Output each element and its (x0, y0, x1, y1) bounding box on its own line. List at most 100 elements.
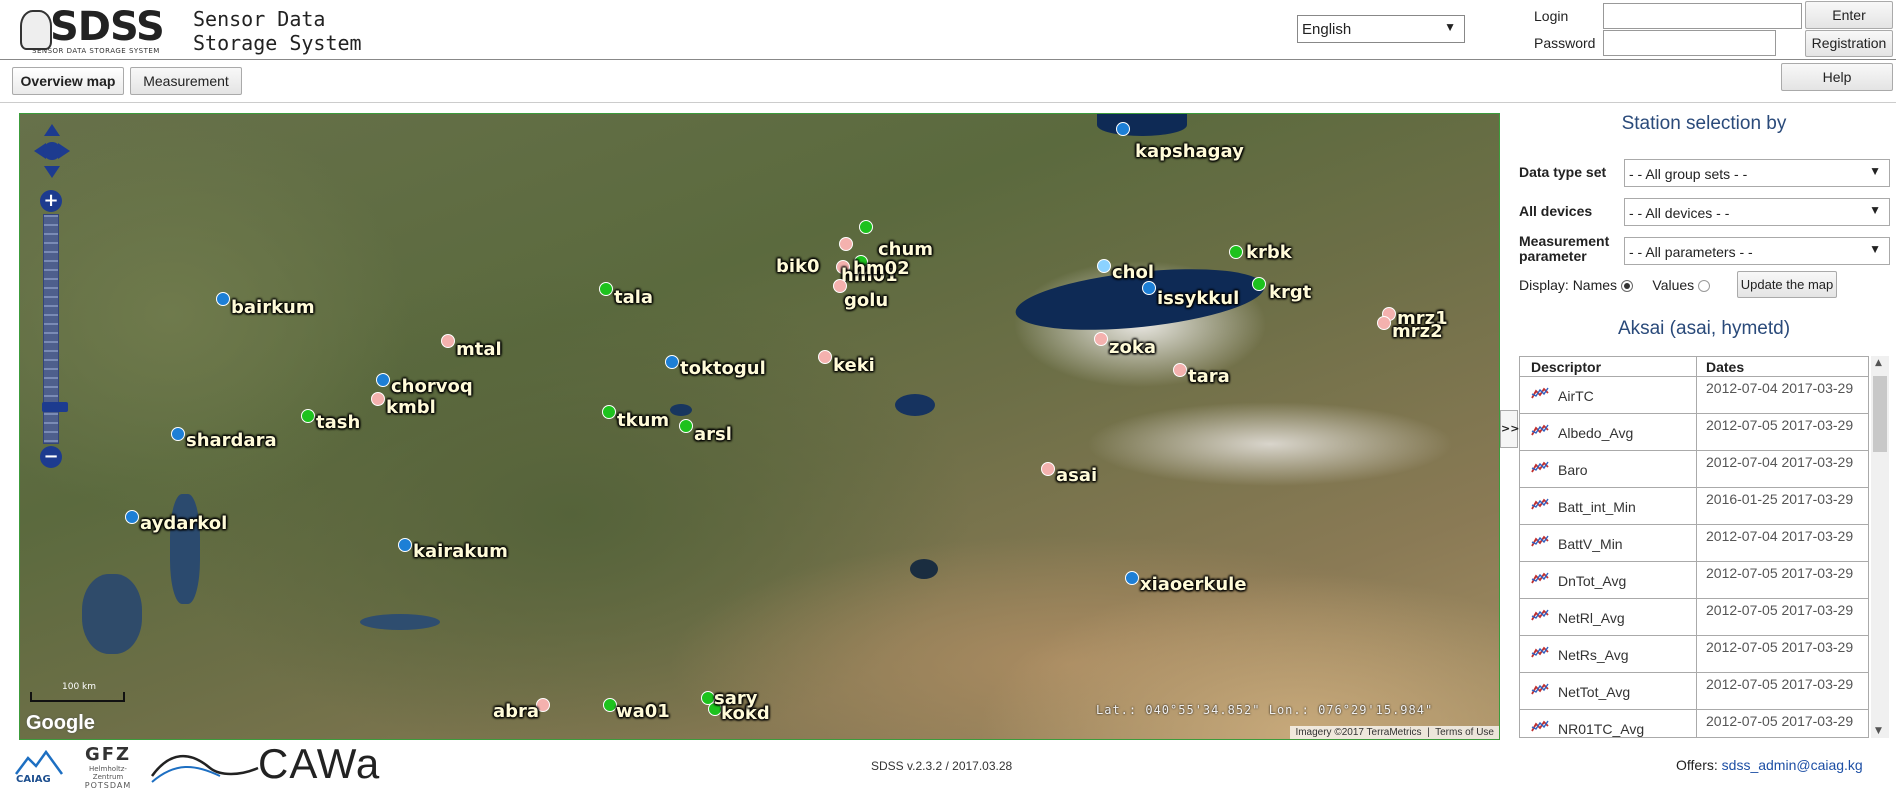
station-marker-zoka[interactable] (1094, 332, 1108, 346)
station-marker-mrz2[interactable] (1377, 316, 1391, 330)
table-row[interactable]: NetRs_Avg 2012-07-05 2017-03-29 (1520, 636, 1868, 673)
chart-line-icon[interactable] (1531, 497, 1549, 511)
station-label-zoka[interactable]: zoka (1109, 337, 1156, 358)
table-row[interactable]: NetTot_Avg 2012-07-05 2017-03-29 (1520, 673, 1868, 710)
station-label-keki[interactable]: keki (833, 355, 875, 376)
station-label-issykkul[interactable]: issykkul (1157, 288, 1239, 309)
station-marker-krgt[interactable] (1252, 277, 1266, 291)
station-label-krbk[interactable]: krbk (1246, 242, 1292, 263)
station-marker-keki[interactable] (818, 350, 832, 364)
zoom-out-icon[interactable]: − (40, 446, 62, 468)
station-marker-chol[interactable] (1097, 259, 1111, 273)
zoom-in-icon[interactable]: + (40, 190, 62, 212)
chart-line-icon[interactable] (1531, 719, 1549, 733)
zoom-control[interactable]: + − (40, 190, 68, 470)
station-marker-kapshagay[interactable] (1116, 122, 1130, 136)
station-label-toktogul[interactable]: toktogul (680, 358, 766, 379)
station-marker-tash[interactable] (301, 409, 315, 423)
scroll-down-icon[interactable]: ▼ (1875, 726, 1882, 736)
devices-select[interactable]: - - All devices - - ▼ (1624, 198, 1890, 226)
station-label-chum[interactable]: chum (878, 239, 933, 260)
terms-link[interactable]: Terms of Use (1435, 727, 1494, 738)
station-label-shardara[interactable]: shardara (186, 430, 277, 451)
station-marker-mtal[interactable] (441, 334, 455, 348)
data-type-select[interactable]: - - All group sets - - ▼ (1624, 159, 1890, 187)
station-label-chorvoq[interactable]: chorvoq (391, 376, 473, 397)
pan-control-icon[interactable] (32, 122, 72, 180)
chart-line-icon[interactable] (1531, 386, 1549, 400)
station-marker-chorvoq[interactable] (376, 373, 390, 387)
help-button[interactable]: Help (1781, 63, 1893, 91)
station-marker-sary[interactable] (701, 691, 715, 705)
zoom-slider[interactable] (42, 214, 68, 444)
table-row[interactable]: Baro 2012-07-04 2017-03-29 (1520, 451, 1868, 488)
station-marker-arsl[interactable] (679, 419, 693, 433)
station-marker-bik0[interactable] (839, 237, 853, 251)
station-marker-chum[interactable] (859, 220, 873, 234)
station-label-wa01[interactable]: wa01 (616, 701, 670, 722)
station-label-tara[interactable]: tara (1188, 366, 1230, 387)
table-row[interactable]: AirTC 2012-07-04 2017-03-29 (1520, 377, 1868, 414)
chart-line-icon[interactable] (1531, 571, 1549, 585)
enter-button[interactable]: Enter (1805, 1, 1893, 29)
station-label-abra[interactable]: abra (493, 701, 539, 722)
scroll-up-icon[interactable]: ▲ (1875, 358, 1882, 368)
station-label-xiaoerkule[interactable]: xiaoerkule (1140, 574, 1247, 595)
chart-line-icon[interactable] (1531, 460, 1549, 474)
table-row[interactable]: NR01TC_Avg 2012-07-05 2017-03-29 (1520, 710, 1868, 737)
station-label-hm02[interactable]: hm02 (853, 258, 910, 279)
values-radio[interactable] (1698, 280, 1711, 293)
station-marker-wa01[interactable] (603, 698, 617, 712)
station-label-kmbl[interactable]: kmbl (386, 397, 436, 418)
station-label-krgt[interactable]: krgt (1269, 282, 1311, 303)
table-scrollbar[interactable]: ▲ ▼ (1871, 356, 1889, 738)
station-marker-kmbl[interactable] (371, 392, 385, 406)
station-marker-tara[interactable] (1173, 363, 1187, 377)
password-input[interactable] (1603, 30, 1776, 56)
registration-button[interactable]: Registration (1805, 30, 1893, 57)
chart-line-icon[interactable] (1531, 682, 1549, 696)
station-marker-tkum[interactable] (602, 405, 616, 419)
station-label-sary[interactable]: sary (714, 688, 757, 709)
table-row[interactable]: DnTot_Avg 2012-07-05 2017-03-29 (1520, 562, 1868, 599)
language-select[interactable]: English ▼ (1297, 15, 1465, 43)
scroll-thumb[interactable] (1873, 376, 1887, 452)
tab-measurement[interactable]: Measurement (130, 67, 242, 95)
station-label-tash[interactable]: tash (316, 412, 360, 433)
station-label-chol[interactable]: chol (1112, 262, 1154, 283)
station-label-arsl[interactable]: arsl (694, 424, 732, 445)
station-label-golu[interactable]: golu (844, 290, 888, 311)
station-label-bik0[interactable]: bik0 (776, 256, 820, 277)
station-label-bairkum[interactable]: bairkum (231, 297, 315, 318)
station-marker-kairakum[interactable] (398, 538, 412, 552)
update-map-button[interactable]: Update the map (1737, 271, 1837, 298)
station-marker-krbk[interactable] (1229, 245, 1243, 259)
chart-line-icon[interactable] (1531, 608, 1549, 622)
station-marker-xiaoerkule[interactable] (1125, 571, 1139, 585)
zoom-handle[interactable] (42, 402, 68, 412)
table-row[interactable]: Albedo_Avg 2012-07-05 2017-03-29 (1520, 414, 1868, 451)
table-row[interactable]: NetRl_Avg 2012-07-05 2017-03-29 (1520, 599, 1868, 636)
station-marker-toktogul[interactable] (665, 355, 679, 369)
tab-overview-map[interactable]: Overview map (12, 67, 124, 95)
station-label-aydarkol[interactable]: aydarkol (140, 513, 227, 534)
chart-line-icon[interactable] (1531, 534, 1549, 548)
station-label-tala[interactable]: tala (614, 287, 653, 308)
chart-line-icon[interactable] (1531, 423, 1549, 437)
station-label-mtal[interactable]: mtal (456, 339, 502, 360)
station-label-asai[interactable]: asai (1056, 465, 1097, 486)
chart-line-icon[interactable] (1531, 645, 1549, 659)
station-label-tkum[interactable]: tkum (617, 410, 669, 431)
station-label-kapshagay[interactable]: kapshagay (1135, 141, 1244, 162)
overview-map[interactable]: + − kapshagay chum bik0 hm01 hm02 golu krbk krg… (19, 113, 1500, 740)
station-marker-issykkul[interactable] (1142, 281, 1156, 295)
param-select[interactable]: - - All parameters - - ▼ (1624, 237, 1890, 265)
station-label-kairakum[interactable]: kairakum (413, 541, 508, 562)
station-marker-bairkum[interactable] (216, 292, 230, 306)
login-input[interactable] (1603, 3, 1802, 29)
station-label-mrz2[interactable]: mrz2 (1392, 321, 1443, 342)
table-row[interactable]: Batt_int_Min 2016-01-25 2017-03-29 (1520, 488, 1868, 525)
station-marker-shardara[interactable] (171, 427, 185, 441)
station-marker-aydarkol[interactable] (125, 510, 139, 524)
offers-email-link[interactable]: sdss_admin@caiag.kg (1722, 757, 1863, 773)
